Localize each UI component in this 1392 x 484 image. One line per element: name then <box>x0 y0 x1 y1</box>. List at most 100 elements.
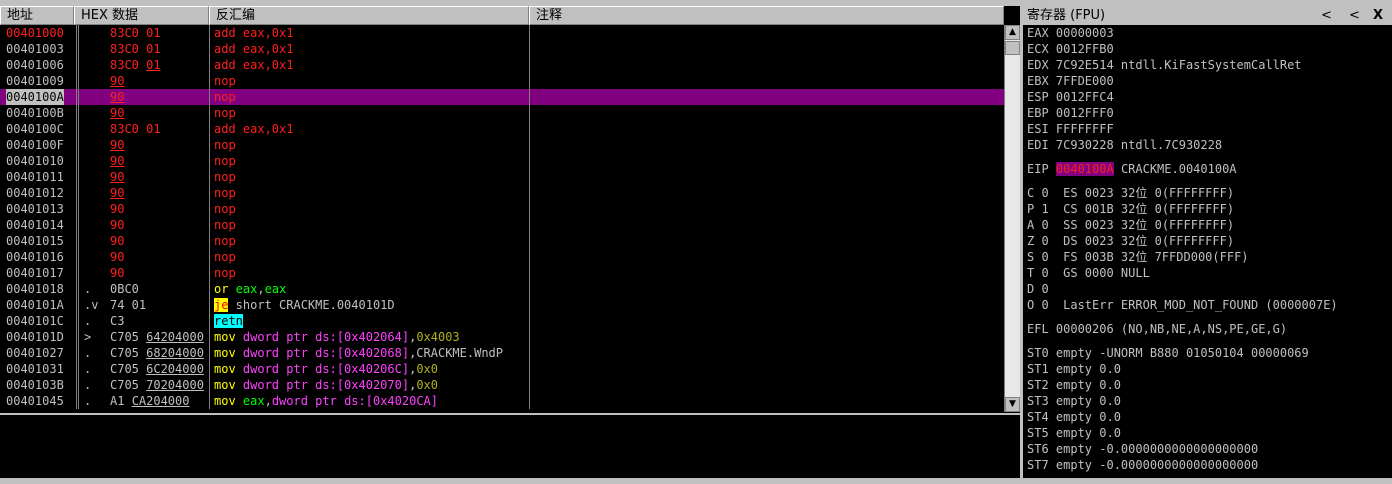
column-header-hex[interactable]: HEX 数据 <box>74 6 209 25</box>
row-hex-modified: 01 <box>146 58 161 72</box>
row-hex: C705 64204000 <box>110 329 210 345</box>
row-jump-marker: . <box>84 282 92 296</box>
efl-register[interactable]: EFL 00000206 (NO,NB,NE,A,NS,PE,GE,G) <box>1027 321 1287 337</box>
table-row[interactable]: 0040100B 90 nop <box>0 105 1004 121</box>
table-row[interactable]: 0040103B. C705 70204000 mov dword ptr ds:[… <box>0 377 1004 393</box>
register-line[interactable]: EDI 7C930228 ntdll.7C930228 <box>1027 137 1222 153</box>
register-line[interactable]: ESI FFFFFFFF <box>1027 121 1114 137</box>
table-row[interactable]: 0040100C 83C0 01 add eax,0x1 <box>0 121 1004 137</box>
row-hex-bytes: C705 <box>110 330 147 344</box>
disasm-token: 0x0 <box>416 378 438 392</box>
flag-segment-line[interactable]: C 0 ES 0023 32位 0(FFFFFFFF) <box>1027 185 1234 201</box>
flag-segment-line[interactable]: D 0 <box>1027 281 1049 297</box>
flag-segment-line[interactable]: T 0 GS 0000 NULL <box>1027 265 1150 281</box>
row-address: 00401015 <box>6 234 64 248</box>
scroll-up-button[interactable]: ▲ <box>1005 25 1020 40</box>
row-hex-modified: 90 <box>110 154 125 168</box>
row-hex-bytes: 90 <box>110 218 125 232</box>
table-row[interactable]: 0040100F 90 nop <box>0 137 1004 153</box>
disasm-token: mov <box>214 330 243 344</box>
fpu-register-line[interactable]: ST6 empty -0.0000000000000000000 <box>1027 441 1258 457</box>
table-row[interactable]: 00401045. A1 CA204000 mov eax,dword ptr ds… <box>0 393 1004 409</box>
register-line[interactable]: ECX 0012FFB0 <box>1027 41 1114 57</box>
register-line[interactable]: EBP 0012FFF0 <box>1027 105 1114 121</box>
table-row[interactable]: 00401006 83C0 01 add eax,0x1 <box>0 57 1004 73</box>
row-jump-marker: . <box>84 394 92 408</box>
row-hex-modified: 90 <box>110 186 125 200</box>
column-header-address[interactable]: 地址 <box>0 6 74 25</box>
table-row[interactable]: 00401013 90 nop <box>0 201 1004 217</box>
row-disassembly: nop <box>214 106 236 120</box>
table-row[interactable]: 00401010 90 nop <box>0 153 1004 169</box>
table-row[interactable]: 00401016 90 nop <box>0 249 1004 265</box>
disasm-token: mov <box>214 362 243 376</box>
table-row[interactable]: 00401009 90 nop <box>0 73 1004 89</box>
fpu-register-line[interactable]: ST7 empty -0.0000000000000000000 <box>1027 457 1258 473</box>
eip-register[interactable]: EIP 0040100A CRACKME.0040100A <box>1027 161 1237 177</box>
row-disassembly: nop <box>214 154 236 168</box>
table-row[interactable]: 00401012 90 nop <box>0 185 1004 201</box>
register-line[interactable]: EBX 7FFDE000 <box>1027 73 1114 89</box>
table-row[interactable]: 00401031. C705 6C204000 mov dword ptr ds:[… <box>0 361 1004 377</box>
row-disassembly: nop <box>214 234 236 248</box>
info-pane <box>0 413 1020 480</box>
row-hex-modified: 90 <box>110 90 125 104</box>
table-row[interactable]: 0040101A .v 74 01 je short CRACKME.0040101D <box>0 297 1004 313</box>
row-disassembly: add eax,0x1 <box>214 42 294 56</box>
column-header-disassembly[interactable]: 反汇编 <box>209 6 529 25</box>
registers-next-icon[interactable]: < <box>1349 6 1360 25</box>
table-row[interactable]: 0040101C. C3 retn <box>0 313 1004 329</box>
row-hex: 90 <box>110 105 210 121</box>
registers-title[interactable]: 寄存器 (FPU) <box>1027 6 1105 25</box>
row-address: 00401018 <box>6 282 64 296</box>
table-row[interactable]: 00401000 83C0 01 add eax,0x1 <box>0 25 1004 41</box>
column-header-comment[interactable]: 注释 <box>529 6 1004 25</box>
row-hex: C705 68204000 <box>110 345 210 361</box>
flag-segment-line[interactable]: Z 0 DS 0023 32位 0(FFFFFFFF) <box>1027 233 1234 249</box>
row-address: 0040100B <box>6 106 64 120</box>
flag-segment-line[interactable]: O 0 LastErr ERROR_MOD_NOT_FOUND (0000007… <box>1027 297 1338 313</box>
row-disassembly: add eax,0x1 <box>214 26 294 40</box>
row-jump-marker: . <box>84 378 92 392</box>
row-address: 00401003 <box>6 42 64 56</box>
table-row[interactable]: 00401027. C705 68204000 mov dword ptr ds:[… <box>0 345 1004 361</box>
table-row[interactable]: 0040101D > C705 64204000 mov dword ptr ds:[… <box>0 329 1004 345</box>
row-disassembly: add eax,0x1 <box>214 122 294 136</box>
table-row[interactable]: 00401017 90 nop <box>0 265 1004 281</box>
flag-segment-line[interactable]: P 1 CS 001B 32位 0(FFFFFFFF) <box>1027 201 1234 217</box>
table-row[interactable]: 00401014 90 nop <box>0 217 1004 233</box>
row-hex: 90 <box>110 73 210 89</box>
row-disassembly: nop <box>214 170 236 184</box>
table-row[interactable]: 00401003 83C0 01 add eax,0x1 <box>0 41 1004 57</box>
disasm-token: mov <box>214 346 243 360</box>
row-hex-bytes: C705 <box>110 362 147 376</box>
fpu-register-line[interactable]: ST3 empty 0.0 <box>1027 393 1121 409</box>
row-hex-modified: 70204000 <box>146 378 204 392</box>
register-line[interactable]: EAX 00000003 <box>1027 25 1114 41</box>
flag-segment-line[interactable]: S 0 FS 003B 32位 7FFDD000(FFF) <box>1027 249 1249 265</box>
fpu-register-line[interactable]: ST4 empty 0.0 <box>1027 409 1121 425</box>
eip-value[interactable]: 0040100A <box>1055 162 1114 176</box>
table-row[interactable]: 00401015 90 nop <box>0 233 1004 249</box>
row-hex: 83C0 01 <box>110 57 210 73</box>
registers-close-icon[interactable]: X <box>1373 6 1383 25</box>
fpu-register-line[interactable]: ST0 empty -UNORM B880 01050104 00000069 <box>1027 345 1309 361</box>
fpu-register-line[interactable]: ST1 empty 0.0 <box>1027 361 1121 377</box>
row-hex: C705 70204000 <box>110 377 210 393</box>
scroll-thumb[interactable] <box>1005 41 1020 55</box>
register-line[interactable]: EDX 7C92E514 ntdll.KiFastSystemCallRet <box>1027 57 1302 73</box>
table-row[interactable]: 00401018. 0BC0 or eax,eax <box>0 281 1004 297</box>
row-hex: 0BC0 <box>110 281 210 297</box>
fpu-register-line[interactable]: ST2 empty 0.0 <box>1027 377 1121 393</box>
flag-segment-line[interactable]: A 0 SS 0023 32位 0(FFFFFFFF) <box>1027 217 1234 233</box>
row-disassembly: add eax,0x1 <box>214 58 294 72</box>
table-row[interactable]: 0040100A 90 nop <box>0 89 1004 105</box>
fpu-register-line[interactable]: ST5 empty 0.0 <box>1027 425 1121 441</box>
table-row[interactable]: 00401011 90 nop <box>0 169 1004 185</box>
scroll-down-button[interactable]: ▼ <box>1005 397 1020 412</box>
row-address: 00401027 <box>6 346 64 360</box>
register-line[interactable]: ESP 0012FFC4 <box>1027 89 1114 105</box>
row-disassembly: mov eax,dword ptr ds:[0x4020CA] <box>214 393 530 409</box>
disassembly-scrollbar[interactable]: ▲ ▼ <box>1004 25 1020 412</box>
registers-prev-icon[interactable]: < <box>1321 6 1332 25</box>
